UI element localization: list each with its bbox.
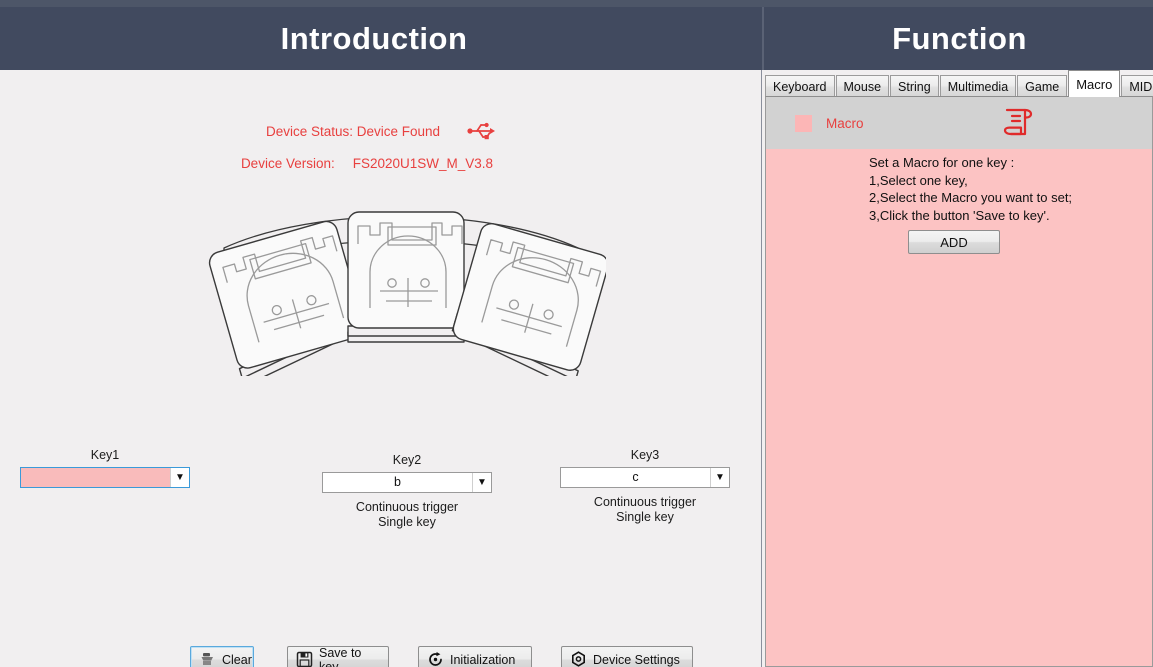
macro-panel-title: Macro <box>826 115 864 131</box>
tab-keyboard[interactable]: Keyboard <box>765 75 835 97</box>
application-window: Introduction Function Device Status: Dev… <box>0 0 1153 667</box>
key1-caption: Key1 <box>90 448 120 462</box>
title-bar: Introduction Function <box>0 0 1153 70</box>
tab-macro[interactable]: Macro <box>1068 70 1121 97</box>
title-bar-top-strip <box>0 0 1153 7</box>
add-macro-button[interactable]: ADD <box>908 230 1000 254</box>
save-to-key-button[interactable]: Save to key <box>287 646 389 667</box>
macro-panel-header: Macro <box>766 97 1152 149</box>
tab-multimedia[interactable]: Multimedia <box>939 75 1017 97</box>
tab-midi[interactable]: MIDI <box>1121 75 1153 97</box>
initialization-button[interactable]: Initialization <box>418 646 532 667</box>
function-panel: Keyboard Mouse String Multimedia Game Ma… <box>763 70 1153 667</box>
chevron-down-icon[interactable]: ▼ <box>472 473 491 492</box>
macro-panel-body: Set a Macro for one key : 1,Select one k… <box>766 149 1152 666</box>
device-version-label: Device Version: <box>240 155 335 171</box>
refresh-circle-icon <box>427 651 444 667</box>
key3-value: c <box>632 470 639 484</box>
tab-multimedia-label: Multimedia <box>947 79 1009 94</box>
key-group-3: Key3 c ▼ Continuous trigger Single key <box>560 448 730 525</box>
chevron-down-icon[interactable]: ▼ <box>170 468 189 487</box>
function-tabstrip: Keyboard Mouse String Multimedia Game Ma… <box>765 70 1153 97</box>
device-status-block: Device Status: Device Found Device Versi… <box>0 118 762 176</box>
device-version-value: FS2020U1SW_M_V3.8 <box>352 155 494 171</box>
brush-icon <box>199 651 216 667</box>
key3-mode-text: Continuous trigger Single key <box>593 495 697 524</box>
key3-caption: Key3 <box>630 448 660 462</box>
clear-button-label: Clear <box>222 652 252 667</box>
key1-value <box>21 468 170 487</box>
title-divider <box>762 7 764 70</box>
usb-icon <box>466 120 496 142</box>
floppy-disk-icon <box>296 651 313 667</box>
chevron-down-icon[interactable]: ▼ <box>710 468 729 487</box>
key3-dropdown[interactable]: c ▼ <box>560 467 730 488</box>
device-status-row: Device Status: Device Found <box>0 118 762 144</box>
key-group-1: Key1 ▼ <box>20 448 190 495</box>
page-title-function: Function <box>892 20 1027 56</box>
key2-value: b <box>394 475 401 489</box>
initialization-label: Initialization <box>450 652 516 667</box>
hex-gear-icon <box>570 651 587 667</box>
tab-macro-label: Macro <box>1076 76 1113 92</box>
tab-string-label: String <box>898 79 931 94</box>
key-selectors: Key1 ▼ Key2 b ▼ Continuous trigger Singl… <box>0 440 762 560</box>
tab-keyboard-label: Keyboard <box>773 79 827 94</box>
tab-game[interactable]: Game <box>1017 75 1068 97</box>
scroll-icon <box>999 103 1037 143</box>
device-illustration <box>196 196 609 389</box>
device-settings-button[interactable]: Device Settings <box>561 646 693 667</box>
key2-dropdown[interactable]: b ▼ <box>322 472 492 493</box>
macro-tab-panel: Macro Set a Macro for one key : 1,Select… <box>765 96 1153 667</box>
tab-game-label: Game <box>1025 79 1060 94</box>
device-settings-label: Device Settings <box>593 652 680 667</box>
tab-mouse[interactable]: Mouse <box>835 75 890 97</box>
key-group-2: Key2 b ▼ Continuous trigger Single key <box>322 453 492 530</box>
key1-dropdown[interactable]: ▼ <box>20 467 190 488</box>
tab-midi-label: MIDI <box>1129 79 1153 94</box>
tab-mouse-label: Mouse <box>843 79 882 94</box>
clear-button[interactable]: Clear <box>190 646 254 667</box>
macro-instructions: Set a Macro for one key : 1,Select one k… <box>869 155 1073 223</box>
device-status-label: Device Status: Device Found <box>265 123 441 139</box>
tab-string[interactable]: String <box>890 75 939 97</box>
save-to-key-label: Save to key <box>319 645 362 667</box>
macro-color-swatch <box>795 114 812 132</box>
action-button-row: Clear Save to key Initialization Device … <box>0 646 762 667</box>
key2-caption: Key2 <box>392 453 422 467</box>
device-version-row: Device Version: FS2020U1SW_M_V3.8 <box>0 150 762 176</box>
page-title-introduction: Introduction <box>280 20 468 56</box>
introduction-panel: Device Status: Device Found Device Versi… <box>0 70 762 667</box>
key2-mode-text: Continuous trigger Single key <box>355 500 459 529</box>
